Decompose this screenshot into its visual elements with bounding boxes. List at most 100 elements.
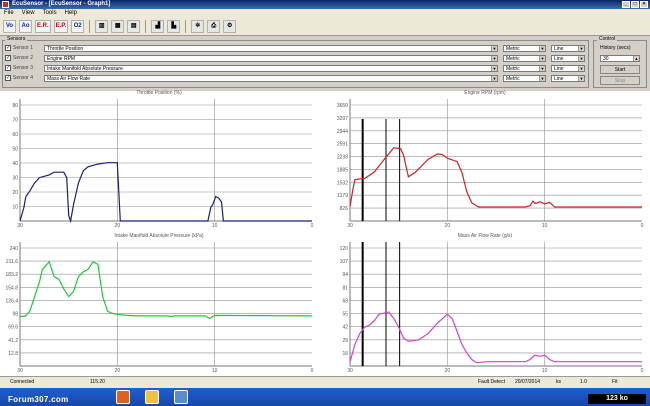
y-tick-label: 69.6 xyxy=(8,325,18,331)
maf-chart: Mass Air Flow Rate (g/s) 120 107 94 81 68 55 4… xyxy=(320,233,650,376)
x-tick-label: 30 xyxy=(17,368,23,374)
sensor-4-parameter-value: Mass Air Flow Rate xyxy=(47,76,91,82)
sensor-row: ✓ Sensor 4 xyxy=(5,74,42,82)
sensor-row: ✓ Sensor 2 xyxy=(5,54,42,62)
menu-tools[interactable]: Tools xyxy=(43,9,57,18)
y-tick-label: 94 xyxy=(342,272,348,278)
sensor-3-line-select[interactable]: Line ▼ xyxy=(551,65,585,72)
y-tick-label: 183.2 xyxy=(5,272,18,278)
sensor-1-line-select[interactable]: Line ▼ xyxy=(551,45,585,52)
print-icon[interactable]: ⎙ xyxy=(207,20,221,33)
x-tick-label: 30 xyxy=(347,368,353,374)
y-tick-label: 40 xyxy=(12,161,18,167)
history-label: History (secs) xyxy=(600,45,631,51)
title-bar: EcuSensor - [EcuSensor - Graph1] _ □ × xyxy=(0,0,650,9)
sensor-1-parameter-select[interactable]: Throttle Position ▼ xyxy=(44,45,498,52)
x-tick-label: 20 xyxy=(115,223,121,229)
x-tick-label: 10 xyxy=(542,368,548,374)
toolbar-vo-button[interactable]: Vo xyxy=(3,20,16,33)
sensor-1-checkbox[interactable]: ✓ xyxy=(5,45,11,51)
graph-options-icon[interactable]: ▙ xyxy=(167,20,181,33)
chevron-down-icon: ▼ xyxy=(539,56,545,61)
x-tick-label: 0 xyxy=(641,223,644,229)
y-tick-label: 29 xyxy=(342,338,348,344)
chevron-down-icon: ▼ xyxy=(491,46,497,51)
graph-icon[interactable]: ▟ xyxy=(151,20,165,33)
settings-icon[interactable]: ⚙ xyxy=(223,20,237,33)
toolbar-o2-button[interactable]: O2 xyxy=(71,20,85,33)
menu-view[interactable]: View xyxy=(22,9,35,18)
maximize-button[interactable]: □ xyxy=(631,1,639,8)
sensor-2-checkbox[interactable]: ✓ xyxy=(5,55,11,61)
status-fault: Fault Detect xyxy=(478,379,505,385)
sensor-3-line-value: Line xyxy=(554,66,564,72)
sensor-4-line-select[interactable]: Line ▼ xyxy=(551,75,585,82)
x-tick-label: 30 xyxy=(17,223,23,229)
x-tick-label: 0 xyxy=(311,368,314,374)
y-tick-label: 12.8 xyxy=(8,351,18,357)
sensor-2-parameter-value: Engine RPM xyxy=(47,56,76,62)
table-icon[interactable]: ▤ xyxy=(127,20,141,33)
menu-help[interactable]: Help xyxy=(65,9,77,18)
sensor-2-label: Sensor 2 xyxy=(13,55,34,61)
toolbar-ao-button[interactable]: Ao xyxy=(19,20,32,33)
sensor-4-parameter-select[interactable]: Mass Air Flow Rate ▼ xyxy=(44,75,498,82)
series-line xyxy=(349,311,642,364)
y-tick-label: 41.2 xyxy=(8,338,18,344)
sensor-2-line-select[interactable]: Line ▼ xyxy=(551,55,585,62)
gear-icon[interactable]: ✲ xyxy=(191,20,205,33)
stop-button[interactable]: Stop xyxy=(600,76,640,85)
sensor-1-label: Sensor 1 xyxy=(13,45,34,51)
folder-icon[interactable] xyxy=(145,390,159,404)
x-tick-label: 10 xyxy=(212,368,218,374)
history-input[interactable]: 30 ▲ xyxy=(600,55,640,62)
y-tick-label: 3297 xyxy=(337,116,348,122)
sensor-2-parameter-select[interactable]: Engine RPM ▼ xyxy=(44,55,498,62)
y-tick-label: 80 xyxy=(12,103,18,109)
bar-chart-icon[interactable]: ▥ xyxy=(95,20,109,33)
sensor-3-checkbox[interactable]: ✓ xyxy=(5,65,11,71)
y-tick-label: 126.4 xyxy=(5,298,18,304)
sensor-4-label: Sensor 4 xyxy=(13,75,34,81)
grid-icon[interactable]: ▦ xyxy=(111,20,125,33)
y-tick-label: 2944 xyxy=(337,129,348,135)
toolbar-separator xyxy=(89,20,91,33)
sensor-1-line-value: Line xyxy=(554,46,564,52)
sensor-1-unit-select[interactable]: Metric ▼ xyxy=(503,45,546,52)
sensor-3-parameter-select[interactable]: Intake Manifold Absolute Pressure ▼ xyxy=(44,65,498,72)
sensor-2-unit-select[interactable]: Metric ▼ xyxy=(503,55,546,62)
chevron-down-icon: ▼ xyxy=(491,76,497,81)
status-kk: 1.0 xyxy=(580,379,587,385)
chevron-down-icon: ▼ xyxy=(578,66,584,71)
ecusensor-task-icon[interactable] xyxy=(174,390,188,404)
app-window: EcuSensor - [EcuSensor - Graph1] _ □ × F… xyxy=(0,0,650,406)
status-fit: Fit xyxy=(612,379,618,385)
chevron-down-icon: ▼ xyxy=(539,46,545,51)
toolbar-ep-button[interactable]: E.P. xyxy=(53,20,69,33)
size-badge: 123 ko xyxy=(588,394,646,404)
series-line xyxy=(20,260,313,320)
sensor-row: ✓ Sensor 3 xyxy=(5,64,42,72)
y-tick-label: 1179 xyxy=(337,193,348,199)
menu-bar: File View Tools Help xyxy=(0,9,650,18)
y-tick-label: 30 xyxy=(12,176,18,182)
chart-area: Throttle Position (%) 80 70 60 50 40 30 20 10 30… xyxy=(0,90,650,376)
chevron-down-icon: ▼ xyxy=(491,66,497,71)
status-date: 20/07/2014 xyxy=(515,379,541,385)
close-button[interactable]: × xyxy=(640,1,648,8)
sensor-4-unit-select[interactable]: Metric ▼ xyxy=(503,75,546,82)
y-tick-label: 3650 xyxy=(337,103,348,109)
sensor-4-line-value: Line xyxy=(554,76,564,82)
rpm-chart-svg: 3650 3297 2944 2591 2238 1885 1532 1179 826 30 20 1… xyxy=(337,99,644,229)
y-tick-label: 55 xyxy=(342,312,348,318)
menu-file[interactable]: File xyxy=(4,9,14,18)
maf-chart-svg: 120 107 94 81 68 55 42 29 16 30 20 10 0 xyxy=(340,242,644,374)
toolbar-er-button[interactable]: E.R. xyxy=(35,20,51,33)
sensor-3-unit-select[interactable]: Metric ▼ xyxy=(503,65,546,72)
sensor-4-checkbox[interactable]: ✓ xyxy=(5,75,11,81)
start-button[interactable]: Start xyxy=(600,65,640,74)
minimize-button[interactable]: _ xyxy=(622,1,630,8)
sensor-3-label: Sensor 3 xyxy=(13,65,34,71)
firefox-icon[interactable] xyxy=(116,390,130,404)
x-tick-label: 20 xyxy=(445,368,451,374)
